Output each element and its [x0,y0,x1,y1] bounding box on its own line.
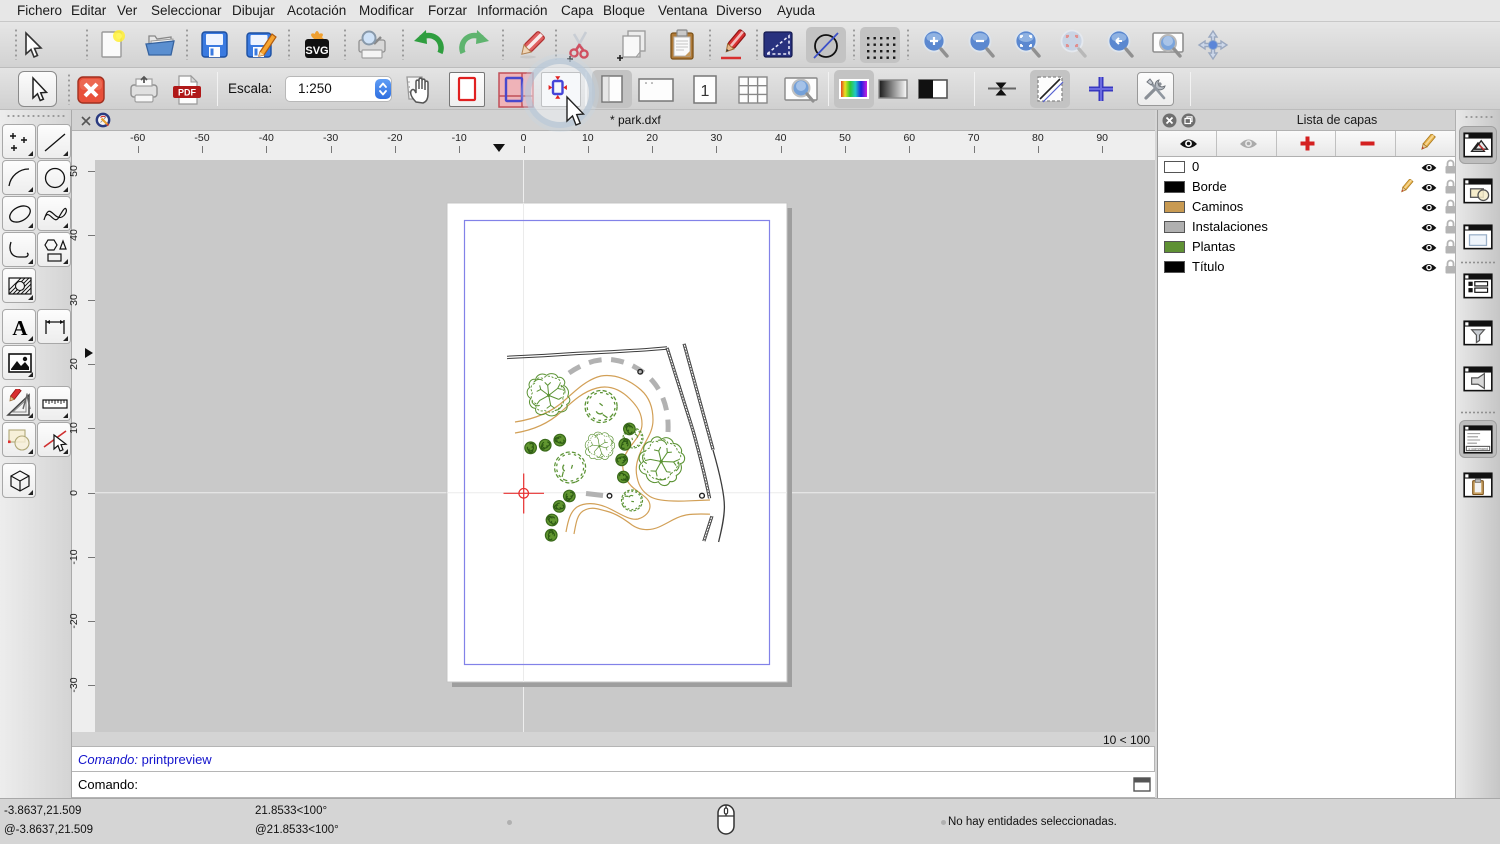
svg-text:PDF: PDF [178,88,197,98]
svg-text:c command: c command [1468,447,1488,451]
svg-text:SVG: SVG [305,45,328,57]
svg-text:A: A [12,316,28,340]
svg-text:1: 1 [701,83,710,100]
